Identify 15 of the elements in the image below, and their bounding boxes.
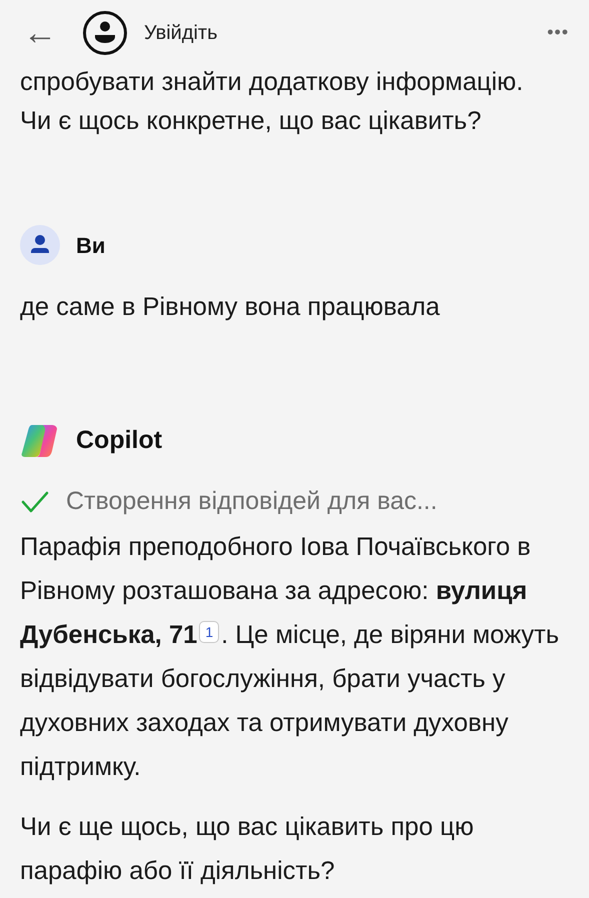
user-avatar-icon — [20, 225, 60, 265]
more-button[interactable]: ••• — [547, 19, 569, 46]
message-text: Чи є щось конкретне, що вас цікавить? — [20, 106, 482, 137]
citation-link[interactable]: 1 — [199, 620, 220, 642]
copilot-logo-icon — [20, 422, 60, 459]
back-button[interactable]: ← — [20, 16, 60, 50]
status-text: Створення відповідей для вас... — [66, 486, 438, 517]
author-name: Copilot — [76, 425, 162, 456]
message-text: спробувати знайти додаткову інформацію. — [20, 67, 524, 98]
answer-text: Парафія преподобного Іова Почаївського в Рівному розташована за адресою: вулиця Дубенська, 71 1 . Це місце, де віряни можуть відвідувати богослужіння, брати участь у духовних заходах та отримувати духовну підтримку. — [20, 532, 560, 782]
message-text: Чи є ще щось, що вас цікавить про цю парафію або її діяльність? — [20, 812, 475, 886]
author-name: Ви — [76, 232, 106, 260]
sign-in-button[interactable]: Увійдіть — [144, 18, 218, 48]
account-icon — [82, 10, 128, 56]
message-text: де саме в Рівному вона працювала — [20, 292, 441, 323]
